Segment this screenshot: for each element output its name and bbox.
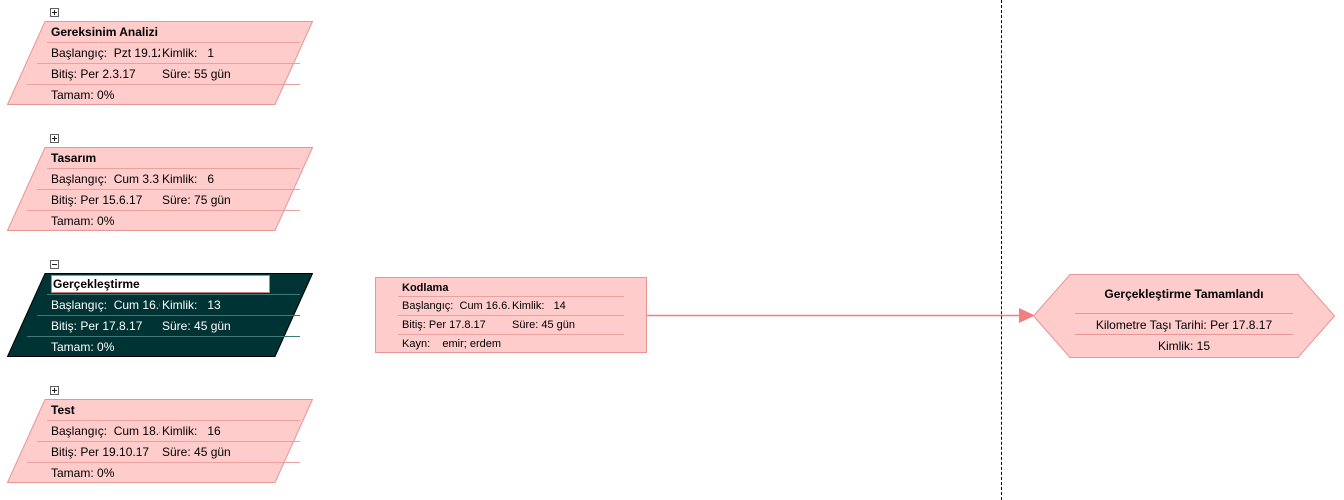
expand-toggle-icon[interactable] bbox=[50, 8, 59, 17]
id-field: Kimlik: 13 bbox=[162, 298, 221, 312]
start-field: Başlangıç: Cum 18.8.17 bbox=[51, 424, 160, 438]
duration-field: Süre: 75 gün bbox=[162, 193, 231, 207]
divider bbox=[398, 334, 624, 335]
summary-node-gereksinim-analizi[interactable]: Gereksinim Analizi Başlangıç: Pzt 19.12.… bbox=[7, 21, 313, 105]
duration-field: Süre: 45 gün bbox=[162, 445, 231, 459]
id-field: Kimlik: 14 bbox=[512, 300, 566, 312]
finish-field: Bitiş: Per 15.6.17 bbox=[51, 193, 143, 207]
duration-field: Süre: 55 gün bbox=[162, 67, 231, 81]
id-field: Kimlik: 1 bbox=[162, 46, 215, 60]
divider bbox=[37, 63, 300, 64]
node-title: Kodlama bbox=[402, 282, 449, 294]
node-title-edit[interactable]: Gerçekleştirme bbox=[51, 275, 270, 293]
start-field: Başlangıç: Cum 16.6.17 bbox=[402, 300, 510, 312]
finish-field: Bitiş: Per 19.10.17 bbox=[51, 445, 150, 459]
id-field: Kimlik: 16 bbox=[162, 424, 221, 438]
start-field: Başlangıç: Cum 16.6.17 bbox=[51, 298, 160, 312]
expand-toggle-icon[interactable] bbox=[50, 134, 59, 143]
node-title: Tasarım bbox=[51, 151, 97, 165]
expand-toggle-icon[interactable] bbox=[50, 386, 59, 395]
divider bbox=[47, 42, 300, 43]
node-title: Gerçekleştirme Tamamlandı bbox=[1104, 287, 1264, 301]
divider bbox=[37, 315, 300, 316]
divider bbox=[398, 315, 624, 316]
divider bbox=[47, 420, 300, 421]
summary-node-test[interactable]: Test Başlangıç: Cum 18.8.17 Kimlik: 16 B… bbox=[7, 399, 313, 483]
finish-field: Bitiş: Per 17.8.17 bbox=[402, 319, 486, 331]
milestone-date-field: Kilometre Taşı Tarihi: Per 17.8.17 bbox=[1095, 318, 1273, 332]
divider bbox=[27, 336, 300, 337]
start-field: Başlangıç: Pzt 19.12.16 bbox=[51, 46, 160, 60]
start-field: Başlangıç: Cum 3.3.17 bbox=[51, 172, 160, 186]
divider bbox=[27, 462, 300, 463]
finish-field: Bitiş: Per 2.3.17 bbox=[51, 67, 136, 81]
divider bbox=[37, 441, 300, 442]
date-divider-line bbox=[1001, 0, 1002, 500]
finish-field: Bitiş: Per 17.8.17 bbox=[51, 319, 143, 333]
complete-field: Tamam: 0% bbox=[51, 88, 115, 102]
id-field: Kimlik: 15 bbox=[1157, 339, 1211, 353]
node-title: Gereksinim Analizi bbox=[51, 25, 158, 39]
divider bbox=[47, 294, 300, 295]
duration-field: Süre: 45 gün bbox=[512, 319, 576, 331]
node-title: Test bbox=[51, 403, 75, 417]
task-node-kodlama[interactable]: Kodlama Başlangıç: Cum 16.6.17 Kimlik: 1… bbox=[375, 277, 647, 353]
duration-field: Süre: 45 gün bbox=[162, 319, 231, 333]
divider bbox=[27, 84, 300, 85]
collapse-toggle-icon[interactable] bbox=[50, 260, 59, 269]
complete-field: Tamam: 0% bbox=[51, 340, 115, 354]
resource-field: Kayn: emir; erdem bbox=[402, 338, 502, 350]
summary-node-tasarim[interactable]: Tasarım Başlangıç: Cum 3.3.17 Kimlik: 6 … bbox=[7, 147, 313, 231]
divider bbox=[37, 189, 300, 190]
complete-field: Tamam: 0% bbox=[51, 214, 115, 228]
divider bbox=[47, 168, 300, 169]
id-field: Kimlik: 6 bbox=[162, 172, 215, 186]
summary-node-gerceklestirme[interactable]: Gerçekleştirme Başlangıç: Cum 16.6.17 Ki… bbox=[7, 273, 313, 357]
divider bbox=[27, 210, 300, 211]
divider bbox=[398, 296, 624, 297]
milestone-node-gerceklestirme-tamamlandi[interactable]: Gerçekleştirme Tamamlandı Kilometre Taşı… bbox=[1033, 274, 1335, 358]
network-diagram-canvas: Gereksinim Analizi Başlangıç: Pzt 19.12.… bbox=[0, 0, 1344, 500]
complete-field: Tamam: 0% bbox=[51, 466, 115, 480]
